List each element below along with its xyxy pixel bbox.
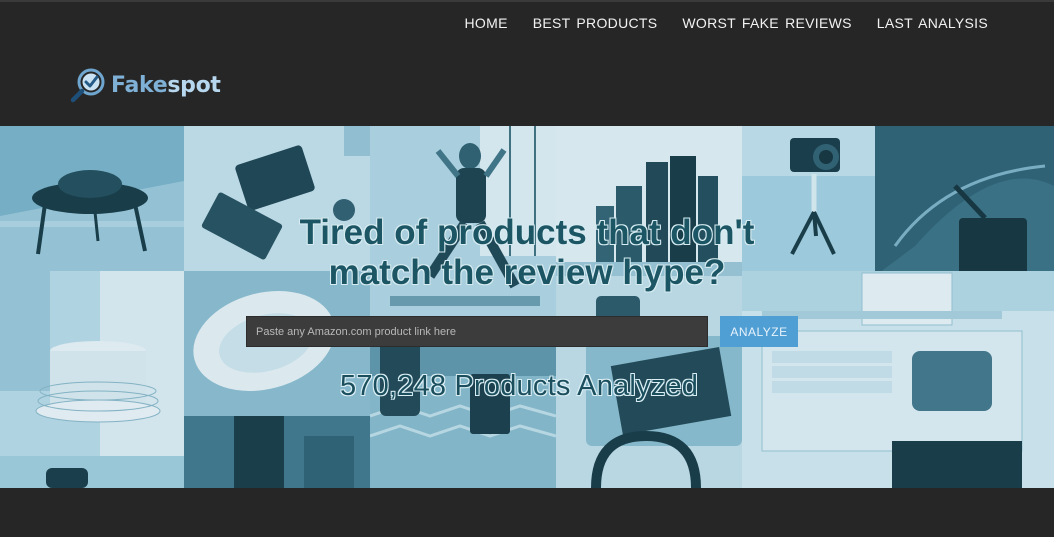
nav-worst-fake-reviews[interactable]: WORST FAKE REVIEWS <box>682 14 851 32</box>
hero-collage <box>0 126 1054 488</box>
hero-headline: Tired of products that don't match the r… <box>0 213 1054 293</box>
magnifier-check-icon <box>70 68 105 103</box>
search-row: ANALYZE <box>246 316 798 347</box>
hero-headline-line2: match the review hype? <box>328 253 726 292</box>
footer-band <box>0 488 1054 537</box>
nav-home[interactable]: HOME <box>465 14 508 32</box>
main-nav: HOME BEST PRODUCTS WORST FAKE REVIEWS LA… <box>465 14 988 32</box>
hero-overlay <box>0 126 1054 488</box>
logo[interactable]: Fakespot <box>69 66 221 104</box>
logo-text-spot: spot <box>167 72 221 98</box>
logo-text-fake: Fake <box>111 72 168 98</box>
product-link-input[interactable] <box>246 316 708 347</box>
logo-text: Fakespot <box>111 73 221 98</box>
hero-headline-line1: Tired of products that don't <box>299 213 755 252</box>
nav-last-analysis[interactable]: LAST ANALYSIS <box>877 14 988 32</box>
nav-best-products[interactable]: BEST PRODUCTS <box>533 14 658 32</box>
top-border <box>0 0 1054 2</box>
analyze-button[interactable]: ANALYZE <box>720 316 798 347</box>
products-analyzed-counter: 570,248 Products Analyzed <box>340 370 699 402</box>
page: HOME BEST PRODUCTS WORST FAKE REVIEWS LA… <box>0 0 1054 537</box>
